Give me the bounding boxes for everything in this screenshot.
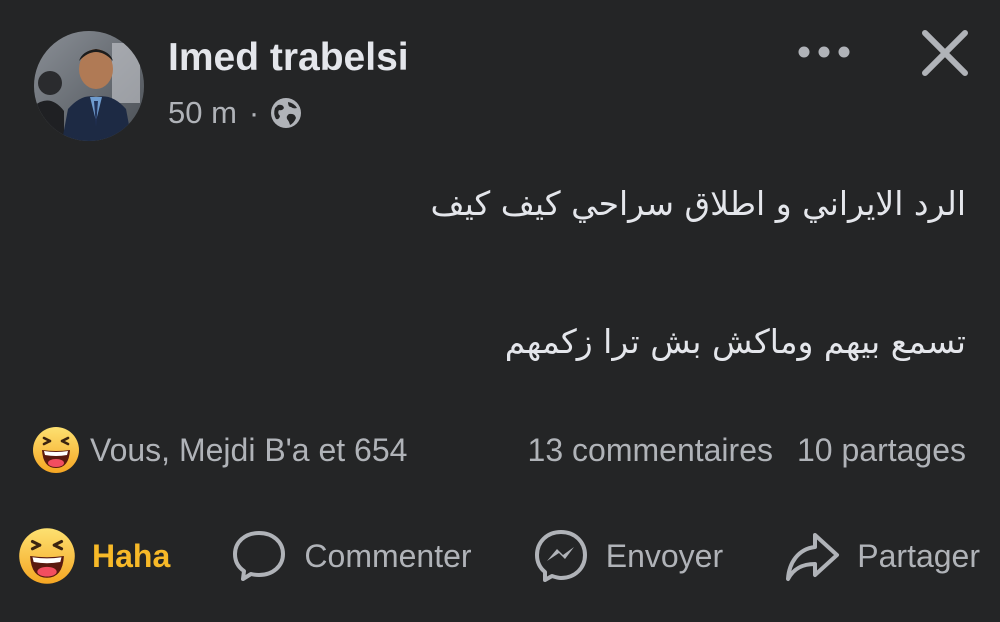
share-arrow-icon bbox=[783, 527, 841, 585]
reaction-summary[interactable]: Vous, Mejdi B'a et 654 bbox=[32, 426, 407, 474]
post-text-line-1: الرد الايراني و اطلاق سراحي كيف كيف bbox=[430, 184, 966, 223]
comment-label: Commenter bbox=[304, 537, 472, 574]
author-avatar[interactable] bbox=[34, 31, 144, 141]
more-options-icon[interactable] bbox=[792, 30, 856, 74]
messenger-icon bbox=[532, 527, 590, 585]
close-icon[interactable] bbox=[914, 22, 976, 84]
post-card: Imed trabelsi 50 m · الرد الايراني و اطل… bbox=[0, 0, 1000, 622]
reactions-text: Vous, Mejdi B'a et 654 bbox=[90, 431, 408, 468]
post-stats: Vous, Mejdi B'a et 654 13 commentaires 1… bbox=[32, 424, 966, 476]
haha-emoji-icon bbox=[18, 527, 76, 585]
comment-button[interactable]: Commenter bbox=[230, 527, 472, 585]
share-label: Partager bbox=[857, 537, 980, 574]
globe-icon[interactable] bbox=[269, 96, 303, 130]
meta-separator: · bbox=[248, 95, 260, 130]
haha-emoji-icon bbox=[32, 426, 80, 474]
share-button[interactable]: Partager bbox=[783, 527, 980, 585]
post-time[interactable]: 50 m bbox=[168, 95, 237, 131]
send-label: Envoyer bbox=[605, 537, 724, 574]
haha-react-button[interactable]: Haha bbox=[18, 527, 170, 585]
post-meta: 50 m · bbox=[168, 95, 303, 131]
action-bar: Haha Commenter Envoyer Partager bbox=[18, 520, 980, 592]
shares-count[interactable]: 10 partages bbox=[797, 432, 966, 469]
author-name[interactable]: Imed trabelsi bbox=[168, 36, 409, 80]
comments-count[interactable]: 13 commentaires bbox=[528, 432, 773, 469]
haha-label: Haha bbox=[92, 537, 171, 574]
comment-bubble-icon bbox=[230, 527, 288, 585]
send-button[interactable]: Envoyer bbox=[532, 527, 723, 585]
post-text-line-2: تسمع بيهم وماكش بش ترا زكمهم bbox=[504, 322, 966, 361]
